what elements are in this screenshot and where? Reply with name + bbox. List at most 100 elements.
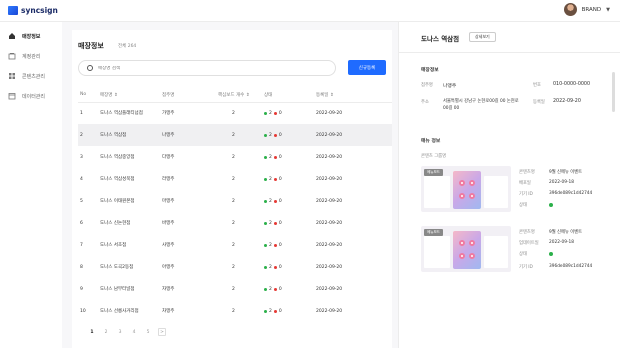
page-2[interactable]: 2 [102,328,110,336]
board-panel-right [484,236,508,268]
col-store[interactable]: 매장명 ⇕ [100,88,162,103]
pagination: 1 2 3 4 5 > [88,328,166,336]
date-label: 등록일 [533,100,545,105]
search-input[interactable] [98,65,298,71]
content-group-label: 콘텐츠 그룹명 [421,154,447,159]
online-count: 2 [269,264,272,270]
menu-board-thumbnail[interactable]: 메뉴보드 [421,226,511,272]
table-row[interactable]: 7 도나스 서초점 사맹주 2 2 0 2022-09-20 [78,234,392,256]
logo[interactable]: syncsign [8,6,58,15]
sidebar-item-accounts[interactable]: 계정관리 [0,46,62,66]
offline-count: 0 [278,198,282,204]
cell-board-count: 2 [232,264,235,270]
cell-store: 도나스 도곡2동점 [100,265,134,270]
store-info-heading: 매장정보 [421,68,439,73]
sidebar-item-data[interactable]: 데이터관리 [0,86,62,106]
board-2-field-label: 기기 ID [519,265,533,270]
page-3[interactable]: 3 [116,328,124,336]
cell-no: 8 [80,264,83,270]
cell-date: 2022-09-20 [316,286,343,292]
next-page-button[interactable]: > [158,328,166,336]
cell-board-count: 2 [232,286,235,292]
sidebar-item-label: 콘텐츠관리 [22,73,46,80]
col-board-count[interactable]: 핵심보드 개수 ⇕ [218,88,264,103]
board-panel-center [453,231,481,269]
cell-store: 도나스 신논현점 [100,221,131,226]
address-label: 주소 [421,100,429,105]
cell-no: 2 [78,124,100,146]
table-row[interactable]: 5 도나스 이태원본점 마맹주 2 2 0 2022-09-20 [78,190,392,212]
detail-view-button[interactable]: 상세보기 [469,32,496,42]
menu-board-thumbnail[interactable]: 메뉴보드 [421,166,511,212]
cell-owner: 바맹주 [162,221,175,226]
offline-dot [273,155,277,159]
table-row[interactable]: 4 도나스 역삼성북점 라맹주 2 2 0 2022-09-20 [78,168,392,190]
cell-store: 도나스 선릉사거리점 [100,309,139,314]
cell-no: 1 [80,110,83,116]
board-panel-center [453,171,481,209]
offline-dot [273,309,277,313]
table-row[interactable]: 8 도나스 도곡2동점 아맹주 2 2 0 2022-09-20 [78,256,392,278]
page-title: 매장정보 [78,42,104,50]
cell-owner: 가맹주 [162,111,175,117]
scrollbar[interactable] [612,72,615,112]
cell-store: 도나스 역삼성북점 [100,177,135,182]
page-4[interactable]: 4 [130,328,138,336]
table-row[interactable]: 6 도나스 신논현점 바맹주 2 2 0 2022-09-20 [78,212,392,234]
table-row[interactable]: 3 도나스 역삼중앙점 다맹주 2 2 0 2022-09-20 [78,146,392,168]
online-dot [264,221,267,225]
cell-no: 5 [80,198,83,204]
cell-board-count: 2 [232,154,235,160]
page-5[interactable]: 5 [144,328,152,336]
board-panel-left [424,176,450,208]
cell-no: 3 [80,154,83,160]
table-row[interactable]: 2 도나스 역삼점 나맹주 2 2 0 2022-09-20 [78,124,392,146]
offline-dot [273,199,277,203]
table-row[interactable]: 1 도나스 역삼플래티넘점 가맹주 2 2 0 2022-09-20 [78,102,392,124]
online-dot [264,177,267,181]
user-menu[interactable]: BRAND ▼ [563,3,610,16]
offline-dot [273,243,277,247]
online-count: 2 [269,154,272,160]
cell-owner: 차맹주 [162,309,175,314]
online-dot [264,199,267,203]
col-date-label: 등록일 [316,92,329,98]
sidebar-item-label: 매장정보 [22,33,41,40]
cell-status: 20 [264,256,316,278]
cell-board-count: 2 [232,110,235,116]
sidebar-item-contents[interactable]: 콘텐츠관리 [0,66,62,86]
logo-text: syncsign [21,6,58,15]
new-store-button[interactable]: 신규등록 [348,60,386,75]
col-date[interactable]: 등록일 ⇕ [316,88,392,103]
date-value: 2022-09-20 [553,99,581,104]
sidebar-item-label: 계정관리 [22,53,41,60]
search-box[interactable] [78,60,336,76]
online-dot [264,133,267,137]
cell-status: 20 [264,300,316,322]
offline-count: 0 [278,286,282,292]
online-dot [264,155,267,159]
calendar-icon [8,93,16,100]
cell-owner: 아맹주 [162,265,175,270]
page-1[interactable]: 1 [88,328,96,336]
cell-no: 6 [80,220,83,226]
cell-no: 4 [80,176,83,182]
top-bar: syncsign BRAND ▼ [0,0,620,22]
table-row[interactable]: 10 도나스 선릉사거리점 차맹주 2 2 0 2022-09-20 [78,300,392,322]
cell-date: 2022-09-20 [316,198,343,204]
sort-icon: ⇕ [245,92,250,98]
sort-icon: ⇕ [113,92,118,98]
sidebar-item-store-info[interactable]: 매장정보 [0,26,62,46]
offline-dot [273,177,277,181]
table-row[interactable]: 9 도나스 남부터널점 자맹주 2 2 0 2022-09-20 [78,278,392,300]
cell-status: 20 [264,102,316,124]
search-icon [87,65,93,71]
offline-dot [273,133,277,137]
cell-date: 2022-09-20 [316,220,343,226]
offline-dot [273,287,277,291]
cell-status: 20 [264,234,316,256]
online-count: 2 [269,286,272,292]
board-1-field-label: 배포일 [519,181,531,186]
status-dot-online [549,252,553,256]
donut-image [469,253,475,259]
